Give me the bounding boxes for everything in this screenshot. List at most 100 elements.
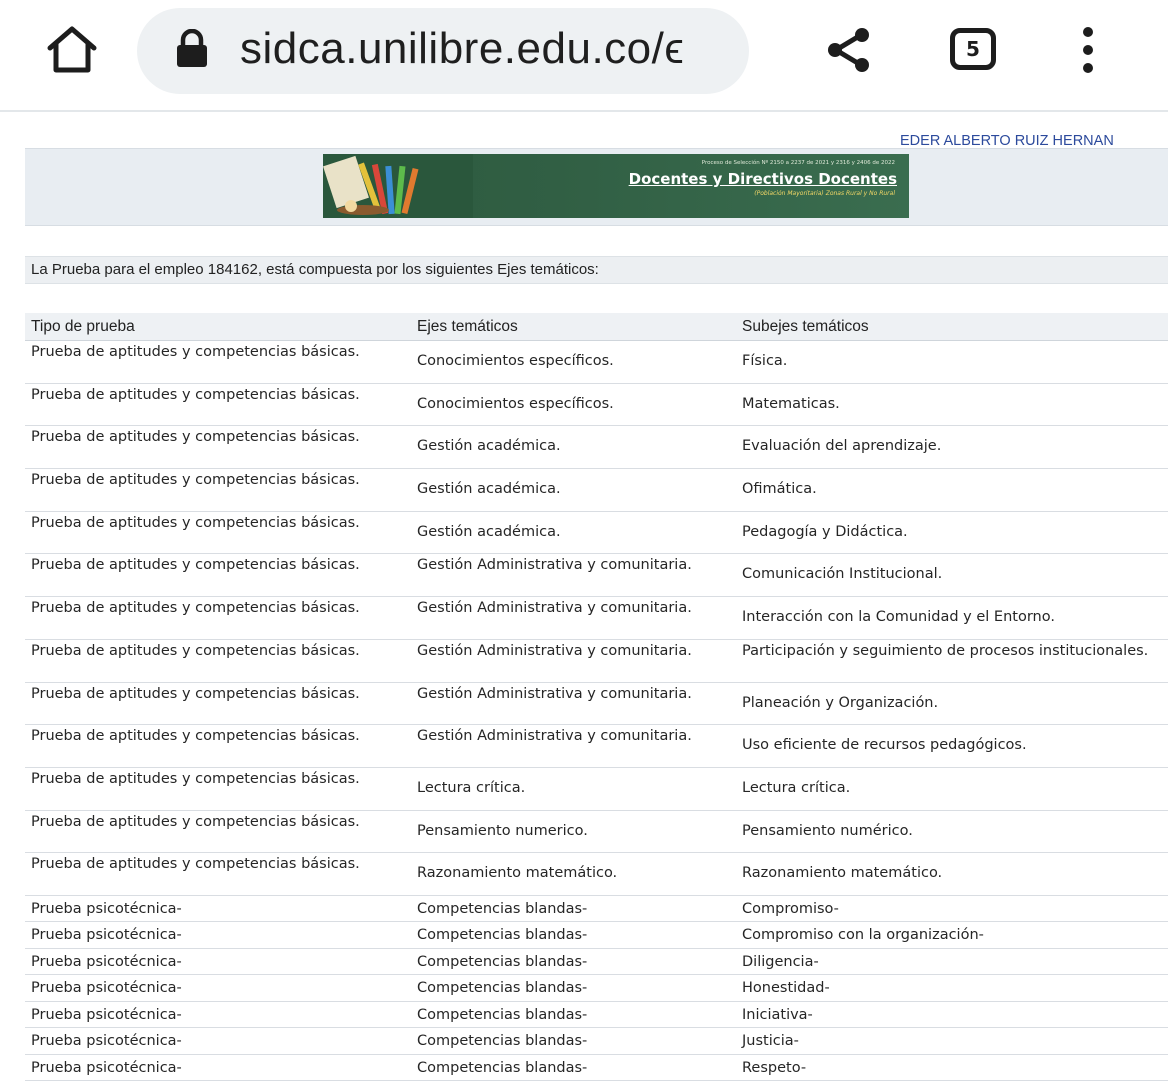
cell-subeje: Participación y seguimiento de procesos …	[742, 642, 1149, 659]
cell-eje: Gestión Administrativa y comunitaria.	[417, 557, 692, 574]
cell-tipo: Prueba de aptitudes y competencias básic…	[31, 429, 360, 446]
header-eje: Ejes temáticos	[417, 318, 518, 335]
table-row: Prueba psicotécnica- Competencias blandas…	[25, 896, 1168, 923]
cell-tipo: Prueba de aptitudes y competencias básic…	[31, 600, 360, 617]
cell-tipo: Prueba psicotécnica-	[31, 1006, 182, 1023]
cell-tipo: Prueba de aptitudes y competencias básic…	[31, 344, 360, 360]
cell-eje: Gestión académica.	[417, 523, 561, 540]
thematic-axes-table: Tipo de prueba Ejes temáticos Subejes te…	[25, 313, 1168, 1081]
cell-eje: Pensamiento numerico.	[417, 822, 588, 839]
cell-subeje: Comunicación Institucional.	[742, 566, 943, 583]
cell-tipo: Prueba de aptitudes y competencias básic…	[31, 514, 360, 531]
cell-tipo: Prueba de aptitudes y competencias básic…	[31, 685, 360, 702]
lock-icon	[177, 29, 207, 67]
cell-eje: Lectura crítica.	[417, 779, 526, 796]
cell-eje: Conocimientos específicos.	[417, 395, 614, 412]
table-row: Prueba de aptitudes y competencias básic…	[25, 640, 1168, 683]
pencils-illustration	[323, 154, 473, 218]
more-vert-icon[interactable]	[1076, 25, 1100, 75]
cell-subeje: Iniciativa-	[742, 1006, 813, 1023]
cell-eje: Conocimientos específicos.	[417, 353, 614, 369]
url-text[interactable]: sidca.unilibre.edu.co/ϵ	[240, 19, 740, 79]
cell-subeje: Interacción con la Comunidad y el Entorn…	[742, 609, 1055, 626]
table-row: Prueba psicotécnica- Competencias blandas…	[25, 975, 1168, 1002]
cell-subeje: Uso eficiente de recursos pedagógicos.	[742, 737, 1027, 754]
intro-bar: La Prueba para el empleo 184162, está co…	[25, 256, 1168, 284]
cell-eje: Gestión Administrativa y comunitaria.	[417, 728, 692, 745]
table-row: Prueba de aptitudes y competencias básic…	[25, 725, 1168, 768]
cell-subeje: Ofimática.	[742, 481, 817, 498]
share-icon[interactable]	[825, 26, 873, 74]
table-row: Prueba de aptitudes y competencias básic…	[25, 853, 1168, 896]
cell-subeje: Compromiso con la organización-	[742, 927, 984, 944]
banner-title: Docentes y Directivos Docentes	[628, 170, 897, 188]
cell-subeje: Razonamiento matemático.	[742, 865, 943, 882]
cell-eje: Competencias blandas-	[417, 1059, 588, 1076]
cell-eje: Competencias blandas-	[417, 980, 588, 997]
banner-subtitle: (Población Mayoritaria) Zonas Rural y No…	[754, 190, 895, 197]
cell-subeje: Evaluación del aprendizaje.	[742, 438, 942, 455]
table-row: Prueba de aptitudes y competencias básic…	[25, 683, 1168, 726]
cell-tipo: Prueba de aptitudes y competencias básic…	[31, 642, 360, 659]
cell-tipo: Prueba de aptitudes y competencias básic…	[31, 557, 360, 574]
cell-subeje: Honestidad-	[742, 980, 830, 997]
cell-tipo: Prueba de aptitudes y competencias básic…	[31, 728, 360, 745]
table-row: Prueba psicotécnica- Competencias blandas…	[25, 949, 1168, 976]
cell-eje: Razonamiento matemático.	[417, 865, 618, 882]
cell-subeje: Planeación y Organización.	[742, 694, 939, 711]
table-row: Prueba de aptitudes y competencias básic…	[25, 811, 1168, 854]
home-icon[interactable]	[44, 24, 100, 76]
cell-eje: Gestión Administrativa y comunitaria.	[417, 600, 692, 617]
cell-subeje: Pedagogía y Didáctica.	[742, 523, 908, 540]
cell-tipo: Prueba de aptitudes y competencias básic…	[31, 386, 360, 403]
table-row: Prueba psicotécnica- Competencias blandas…	[25, 1028, 1168, 1055]
cell-subeje: Física.	[742, 353, 788, 369]
table-body: Prueba de aptitudes y competencias básic…	[25, 341, 1168, 1081]
table-row: Prueba de aptitudes y competencias básic…	[25, 341, 1168, 384]
banner-process-line: Proceso de Selección Nº 2150 a 2237 de 2…	[701, 160, 895, 166]
cell-tipo: Prueba psicotécnica-	[31, 980, 182, 997]
cell-subeje: Pensamiento numérico.	[742, 822, 913, 839]
cell-eje: Competencias blandas-	[417, 953, 588, 970]
table-row: Prueba de aptitudes y competencias básic…	[25, 426, 1168, 470]
tabs-icon[interactable]: 5	[950, 28, 996, 70]
cell-subeje: Justicia-	[742, 1033, 799, 1050]
cell-eje: Competencias blandas-	[417, 1006, 588, 1023]
cell-eje: Gestión Administrativa y comunitaria.	[417, 685, 692, 702]
table-row: Prueba psicotécnica- Competencias blandas…	[25, 922, 1168, 949]
cell-subeje: Diligencia-	[742, 953, 819, 970]
table-row: Prueba de aptitudes y competencias básic…	[25, 597, 1168, 640]
cell-eje: Competencias blandas-	[417, 900, 588, 917]
cell-subeje: Respeto-	[742, 1059, 807, 1076]
table-row: Prueba de aptitudes y competencias básic…	[25, 384, 1168, 427]
table-row: Prueba psicotécnica- Competencias blandas…	[25, 1055, 1168, 1081]
table-row: Prueba psicotécnica- Competencias blandas…	[25, 1002, 1168, 1029]
cell-eje: Gestión Administrativa y comunitaria.	[417, 642, 692, 659]
cell-tipo: Prueba psicotécnica-	[31, 900, 182, 917]
cell-subeje: Matematicas.	[742, 395, 840, 412]
browser-toolbar: sidca.unilibre.edu.co/ϵ 5	[0, 0, 1168, 112]
intro-text: La Prueba para el empleo 184162, está co…	[31, 261, 599, 278]
cell-eje: Competencias blandas-	[417, 927, 588, 944]
table-row: Prueba de aptitudes y competencias básic…	[25, 469, 1168, 512]
cell-subeje: Compromiso-	[742, 900, 839, 917]
cell-tipo: Prueba psicotécnica-	[31, 953, 182, 970]
table-row: Prueba de aptitudes y competencias básic…	[25, 768, 1168, 811]
cell-tipo: Prueba de aptitudes y competencias básic…	[31, 770, 360, 787]
table-row: Prueba de aptitudes y competencias básic…	[25, 512, 1168, 555]
cell-tipo: Prueba de aptitudes y competencias básic…	[31, 856, 360, 873]
cell-tipo: Prueba psicotécnica-	[31, 1033, 182, 1050]
header-tipo: Tipo de prueba	[31, 318, 135, 335]
cell-eje: Competencias blandas-	[417, 1033, 588, 1050]
cell-eje: Gestión académica.	[417, 481, 561, 498]
table-header: Tipo de prueba Ejes temáticos Subejes te…	[25, 313, 1168, 341]
banner-image: Proceso de Selección Nº 2150 a 2237 de 2…	[323, 154, 909, 218]
cell-tipo: Prueba de aptitudes y competencias básic…	[31, 813, 360, 830]
cell-subeje: Lectura crítica.	[742, 779, 851, 796]
table-row: Prueba de aptitudes y competencias básic…	[25, 554, 1168, 598]
header-subeje: Subejes temáticos	[742, 318, 869, 335]
cell-tipo: Prueba de aptitudes y competencias básic…	[31, 472, 360, 489]
cell-tipo: Prueba psicotécnica-	[31, 927, 182, 944]
cell-eje: Gestión académica.	[417, 438, 561, 455]
cell-tipo: Prueba psicotécnica-	[31, 1059, 182, 1076]
